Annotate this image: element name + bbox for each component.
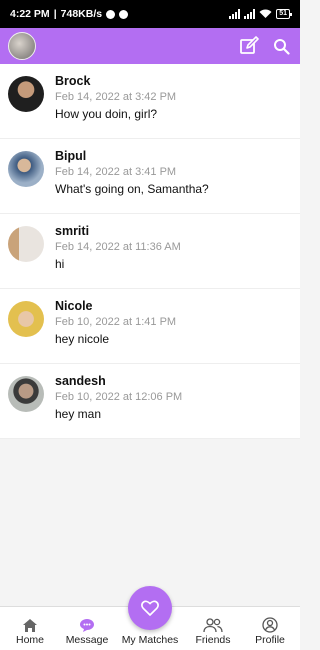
nav-my-matches-label: My Matches	[121, 634, 179, 646]
message-date: Feb 10, 2022 at 1:41 PM	[55, 316, 177, 328]
avatar	[8, 226, 44, 262]
search-icon[interactable]	[273, 38, 290, 55]
conversation-info: smriti Feb 14, 2022 at 11:36 AM hi	[55, 224, 181, 271]
message-preview: How you doin, girl?	[55, 107, 158, 121]
user-avatar[interactable]	[8, 32, 36, 60]
status-speed: 748KB/s	[60, 8, 103, 20]
friends-icon	[203, 618, 223, 633]
nav-my-matches[interactable]: My Matches	[118, 634, 182, 646]
message-preview: What's going on, Samantha?	[55, 182, 209, 196]
contact-name: sandesh	[55, 374, 106, 388]
nav-message-label: Message	[65, 634, 109, 646]
conversation-info: Bipul Feb 14, 2022 at 3:41 PM What's goi…	[55, 149, 209, 196]
conversation-list: Brock Feb 14, 2022 at 3:42 PM How you do…	[0, 64, 300, 439]
nav-home[interactable]: Home	[4, 618, 56, 646]
nav-friends-label: Friends	[195, 634, 231, 646]
status-left: 4:22 PM | 748KB/s	[10, 8, 129, 20]
status-bar: 4:22 PM | 748KB/s 51	[0, 0, 300, 28]
message-preview: hey man	[55, 407, 102, 421]
signal-icon-2	[244, 9, 256, 19]
battery-icon: 51	[276, 9, 292, 19]
compose-icon[interactable]	[239, 36, 259, 56]
nav-message[interactable]: Message	[61, 618, 113, 646]
message-preview: hey nicole	[55, 332, 110, 346]
message-date: Feb 14, 2022 at 11:36 AM	[55, 241, 181, 253]
avatar	[8, 376, 44, 412]
home-icon	[23, 619, 37, 632]
conversation-row[interactable]: Brock Feb 14, 2022 at 3:42 PM How you do…	[0, 64, 300, 139]
status-separator: |	[53, 8, 57, 20]
profile-icon	[262, 617, 278, 633]
avatar	[8, 151, 44, 187]
conversation-info: Nicole Feb 10, 2022 at 1:41 PM hey nicol…	[55, 299, 176, 346]
conversation-row[interactable]: Nicole Feb 10, 2022 at 1:41 PM hey nicol…	[0, 289, 300, 364]
message-date: Feb 10, 2022 at 12:06 PM	[55, 391, 183, 403]
conversation-info: sandesh Feb 10, 2022 at 12:06 PM hey man	[55, 374, 182, 421]
message-date: Feb 14, 2022 at 3:42 PM	[55, 91, 177, 103]
message-preview: hi	[55, 257, 65, 271]
heart-icon	[141, 600, 159, 616]
avatar	[8, 76, 44, 112]
conversation-row[interactable]: Bipul Feb 14, 2022 at 3:41 PM What's goi…	[0, 139, 300, 214]
notification-icon	[119, 9, 129, 19]
header-actions	[239, 36, 290, 56]
status-right: 51	[229, 9, 292, 19]
status-time: 4:22 PM	[10, 8, 50, 20]
avatar	[8, 301, 44, 337]
my-matches-button[interactable]	[128, 586, 172, 630]
message-icon	[80, 619, 94, 632]
nav-profile[interactable]: Profile	[244, 617, 296, 646]
conversation-row[interactable]: smriti Feb 14, 2022 at 11:36 AM hi	[0, 214, 300, 289]
nav-profile-label: Profile	[255, 634, 285, 646]
conversation-row[interactable]: sandesh Feb 10, 2022 at 12:06 PM hey man	[0, 364, 300, 439]
contact-name: smriti	[55, 224, 90, 238]
signal-icon	[229, 9, 241, 19]
app-header	[0, 28, 300, 64]
wifi-icon	[259, 9, 272, 18]
nav-home-label: Home	[15, 634, 44, 646]
contact-name: Bipul	[55, 149, 87, 163]
conversation-info: Brock Feb 14, 2022 at 3:42 PM How you do…	[55, 74, 176, 121]
message-date: Feb 14, 2022 at 3:41 PM	[55, 166, 177, 178]
contact-name: Nicole	[55, 299, 93, 313]
contact-name: Brock	[55, 74, 91, 88]
snapchat-icon	[106, 9, 116, 19]
nav-friends[interactable]: Friends	[187, 618, 239, 646]
